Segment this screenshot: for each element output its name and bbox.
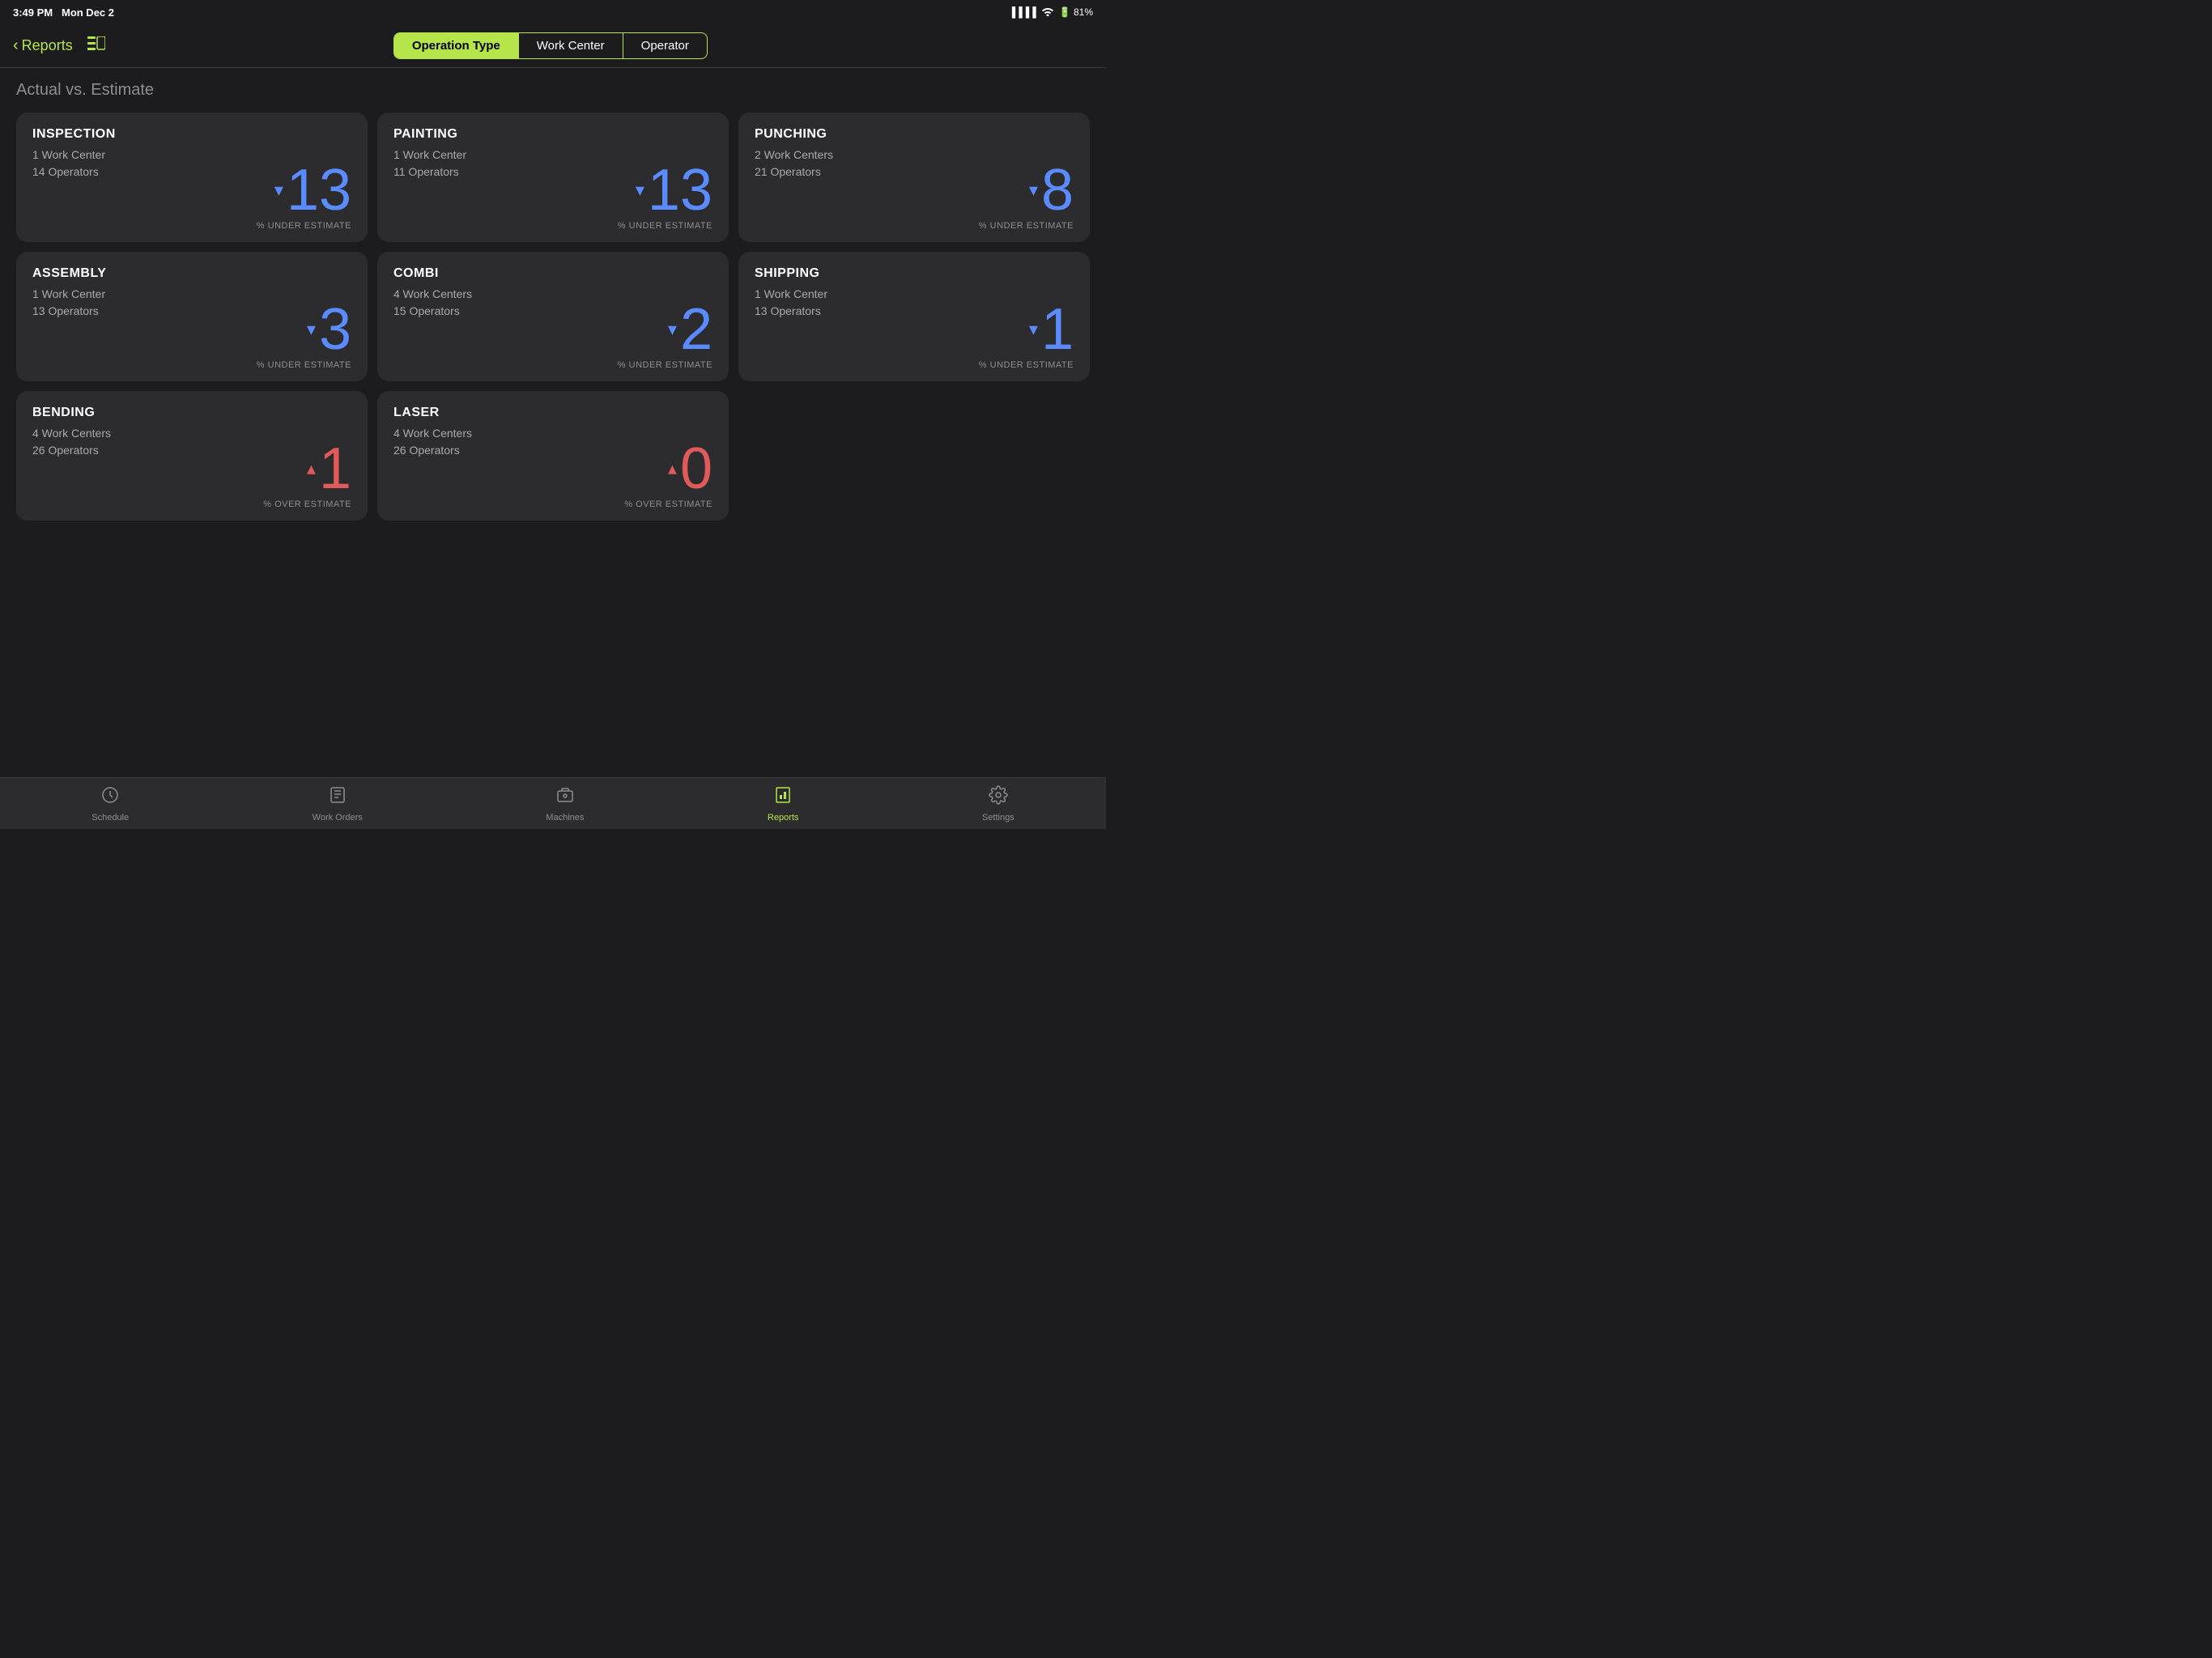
segment-operation-type[interactable]: Operation Type <box>394 33 519 58</box>
card-arrow-assembly: ▾ <box>307 321 316 338</box>
card-number-row-assembly: ▾ 3 <box>307 300 351 359</box>
card-number-painting: 13 <box>648 161 713 219</box>
card-value-laser: ▴ 0 % OVER ESTIMATE <box>624 440 713 509</box>
card-value-painting: ▾ 13 % UNDER ESTIMATE <box>618 161 713 231</box>
card-value-combi: ▾ 2 % UNDER ESTIMATE <box>618 300 713 370</box>
schedule-label: Schedule <box>91 813 129 823</box>
tab-bar: Schedule Work Orders Machines Reports Se… <box>0 777 1106 829</box>
reports-icon <box>773 785 793 810</box>
machines-label: Machines <box>546 813 584 823</box>
card-title-combi: COMBI <box>393 266 713 281</box>
card-value-inspection: ▾ 13 % UNDER ESTIMATE <box>257 161 351 231</box>
card-title-bending: BENDING <box>32 406 351 420</box>
back-label: Reports <box>22 37 73 54</box>
card-estimate-label-bending: % OVER ESTIMATE <box>263 500 351 509</box>
back-chevron-icon: ‹ <box>13 36 19 55</box>
sidebar-toggle-icon[interactable] <box>87 36 105 55</box>
card-arrow-painting: ▾ <box>636 181 644 199</box>
tab-machines[interactable]: Machines <box>530 779 600 829</box>
card-bending[interactable]: BENDING 4 Work Centers26 Operators ▴ 1 %… <box>16 391 368 521</box>
wifi-icon <box>1041 6 1054 19</box>
card-inspection[interactable]: INSPECTION 1 Work Center14 Operators ▾ 1… <box>16 113 368 242</box>
settings-label: Settings <box>982 813 1015 823</box>
card-number-row-combi: ▾ 2 <box>668 300 713 359</box>
tab-schedule[interactable]: Schedule <box>75 779 145 829</box>
card-estimate-label-laser: % OVER ESTIMATE <box>624 500 713 509</box>
card-number-bending: 1 <box>319 440 351 498</box>
card-number-row-shipping: ▾ 1 <box>1029 300 1074 359</box>
nav-bar: ‹ Reports Operation Type Work Center Ope… <box>0 24 1106 68</box>
nav-left: ‹ Reports <box>13 36 105 55</box>
card-number-row-painting: ▾ 13 <box>636 161 713 219</box>
machines-icon <box>555 785 575 810</box>
card-shipping[interactable]: SHIPPING 1 Work Center13 Operators ▾ 1 %… <box>738 252 1090 381</box>
tab-work-orders[interactable]: Work Orders <box>296 779 379 829</box>
card-value-shipping: ▾ 1 % UNDER ESTIMATE <box>979 300 1074 370</box>
card-title-assembly: ASSEMBLY <box>32 266 351 281</box>
card-value-punching: ▾ 8 % UNDER ESTIMATE <box>979 161 1074 231</box>
card-laser[interactable]: LASER 4 Work Centers26 Operators ▴ 0 % O… <box>377 391 729 521</box>
section-title: Actual vs. Estimate <box>16 81 1090 100</box>
reports-label: Reports <box>768 813 799 823</box>
status-indicators: ▐▐▐▐ 🔋 81% <box>1009 6 1093 19</box>
card-arrow-shipping: ▾ <box>1029 321 1038 338</box>
card-number-shipping: 1 <box>1041 300 1074 359</box>
card-number-punching: 8 <box>1041 161 1074 219</box>
card-number-assembly: 3 <box>319 300 351 359</box>
card-title-inspection: INSPECTION <box>32 127 351 142</box>
card-estimate-label-punching: % UNDER ESTIMATE <box>979 221 1074 231</box>
tab-settings[interactable]: Settings <box>966 779 1031 829</box>
schedule-icon <box>100 785 120 810</box>
work-orders-label: Work Orders <box>313 813 363 823</box>
card-title-shipping: SHIPPING <box>755 266 1074 281</box>
card-value-bending: ▴ 1 % OVER ESTIMATE <box>263 440 351 509</box>
card-estimate-label-shipping: % UNDER ESTIMATE <box>979 360 1074 370</box>
signal-icon: ▐▐▐▐ <box>1009 6 1036 18</box>
settings-icon <box>989 785 1008 810</box>
status-bar: 3:49 PM Mon Dec 2 ▐▐▐▐ 🔋 81% <box>0 0 1106 24</box>
segment-work-center[interactable]: Work Center <box>519 33 623 58</box>
work-orders-icon <box>328 785 347 810</box>
back-button[interactable]: ‹ Reports <box>13 36 73 55</box>
card-estimate-label-combi: % UNDER ESTIMATE <box>618 360 713 370</box>
card-estimate-label-inspection: % UNDER ESTIMATE <box>257 221 351 231</box>
page-content: Actual vs. Estimate INSPECTION 1 Work Ce… <box>0 68 1106 777</box>
card-number-row-bending: ▴ 1 <box>307 440 351 498</box>
segment-operator[interactable]: Operator <box>623 33 707 58</box>
card-number-inspection: 13 <box>287 161 351 219</box>
card-title-laser: LASER <box>393 406 713 420</box>
card-number-row-punching: ▾ 8 <box>1029 161 1074 219</box>
segment-control: Operation Type Work Center Operator <box>393 32 708 59</box>
tab-reports[interactable]: Reports <box>751 779 815 829</box>
status-time-date: 3:49 PM Mon Dec 2 <box>13 6 114 19</box>
card-combi[interactable]: COMBI 4 Work Centers15 Operators ▾ 2 % U… <box>377 252 729 381</box>
card-estimate-label-painting: % UNDER ESTIMATE <box>618 221 713 231</box>
card-number-laser: 0 <box>680 440 713 498</box>
card-arrow-combi: ▾ <box>668 321 677 338</box>
card-title-painting: PAINTING <box>393 127 713 142</box>
cards-grid: INSPECTION 1 Work Center14 Operators ▾ 1… <box>16 113 1090 521</box>
card-painting[interactable]: PAINTING 1 Work Center11 Operators ▾ 13 … <box>377 113 729 242</box>
card-estimate-label-assembly: % UNDER ESTIMATE <box>257 360 351 370</box>
card-arrow-punching: ▾ <box>1029 181 1038 199</box>
card-punching[interactable]: PUNCHING 2 Work Centers21 Operators ▾ 8 … <box>738 113 1090 242</box>
card-assembly[interactable]: ASSEMBLY 1 Work Center13 Operators ▾ 3 %… <box>16 252 368 381</box>
card-arrow-inspection: ▾ <box>274 181 283 199</box>
card-title-punching: PUNCHING <box>755 127 1074 142</box>
card-arrow-laser: ▴ <box>668 460 677 478</box>
card-number-row-inspection: ▾ 13 <box>274 161 351 219</box>
card-arrow-bending: ▴ <box>307 460 316 478</box>
card-number-combi: 2 <box>680 300 713 359</box>
battery-icon: 🔋 81% <box>1059 6 1093 18</box>
card-value-assembly: ▾ 3 % UNDER ESTIMATE <box>257 300 351 370</box>
card-number-row-laser: ▴ 0 <box>668 440 713 498</box>
